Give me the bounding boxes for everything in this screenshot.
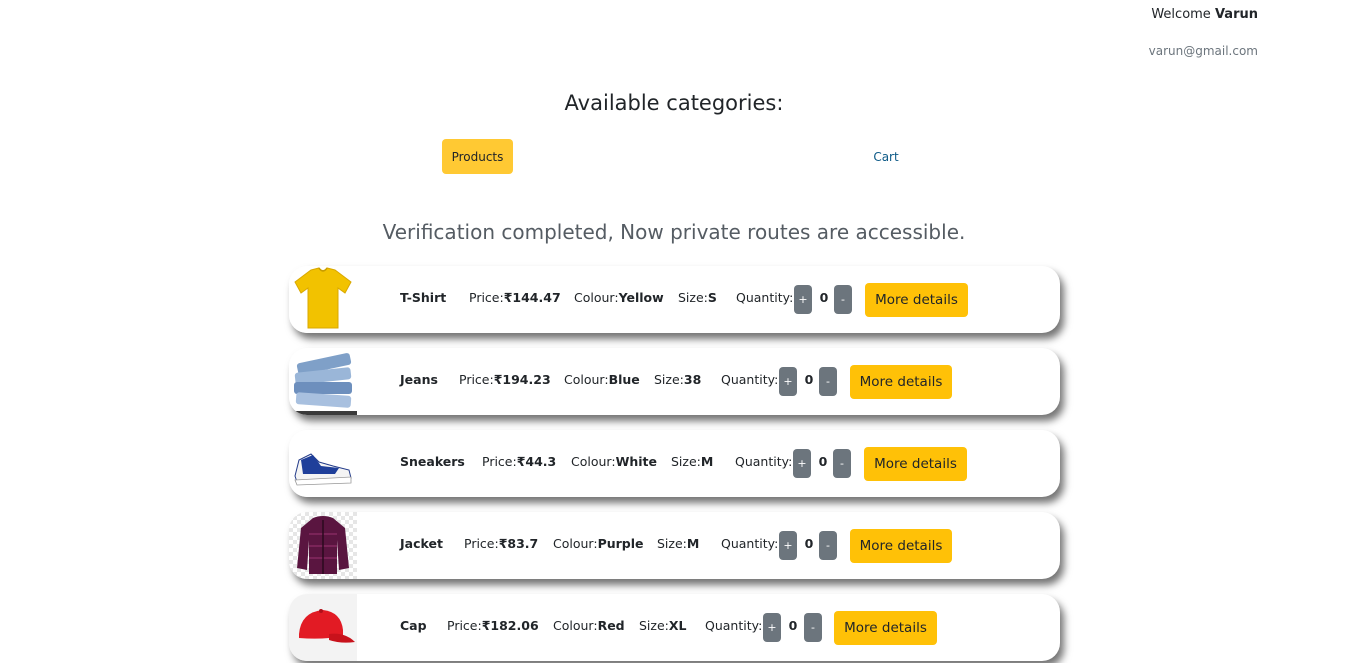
quantity-decrement-button[interactable]: - bbox=[819, 367, 837, 396]
jacket-image bbox=[289, 512, 357, 579]
sneakers-image bbox=[289, 430, 357, 497]
verification-message: Verification completed, Now private rout… bbox=[382, 220, 966, 244]
product-name: T-Shirt bbox=[400, 290, 447, 305]
product-size: Size:M bbox=[671, 454, 714, 469]
more-details-button[interactable]: More details bbox=[864, 447, 967, 481]
quantity-decrement-button[interactable]: - bbox=[804, 613, 822, 642]
quantity-increment-button[interactable]: + bbox=[763, 613, 781, 642]
product-price: Price:₹144.47 bbox=[469, 290, 561, 305]
quantity-label: Quantity: bbox=[721, 536, 779, 551]
quantity-decrement-button[interactable]: - bbox=[819, 531, 837, 560]
quantity-increment-button[interactable]: + bbox=[779, 531, 797, 560]
quantity-value: 0 bbox=[804, 372, 814, 387]
user-email: varun@gmail.com bbox=[1148, 44, 1258, 58]
more-details-button[interactable]: More details bbox=[850, 365, 952, 399]
quantity-decrement-button[interactable]: - bbox=[833, 449, 851, 478]
quantity-label: Quantity: bbox=[736, 290, 794, 305]
quantity-value: 0 bbox=[819, 290, 829, 305]
cap-image bbox=[289, 594, 357, 661]
product-name: Jeans bbox=[400, 372, 438, 387]
quantity-increment-button[interactable]: + bbox=[779, 367, 797, 396]
product-colour: Colour:Purple bbox=[553, 536, 644, 551]
jeans-image bbox=[289, 348, 357, 415]
user-name: Varun bbox=[1214, 7, 1258, 22]
product-colour: Colour:Blue bbox=[564, 372, 640, 387]
more-details-button[interactable]: More details bbox=[834, 611, 937, 645]
product-price: Price:₹194.23 bbox=[459, 372, 551, 387]
product-name: Cap bbox=[400, 618, 427, 633]
product-size: Size:M bbox=[657, 536, 700, 551]
product-colour: Colour:White bbox=[571, 454, 657, 469]
quantity-increment-button[interactable]: + bbox=[794, 285, 812, 314]
quantity-value: 0 bbox=[818, 454, 828, 469]
welcome-text: Welcome Varun bbox=[1151, 7, 1258, 22]
product-card: Sneakers Price:₹44.3 Colour:White Size:M… bbox=[289, 430, 1060, 497]
quantity-label: Quantity: bbox=[735, 454, 793, 469]
product-card: T-Shirt Price:₹144.47 Colour:Yellow Size… bbox=[289, 266, 1060, 333]
product-colour: Colour:Red bbox=[553, 618, 625, 633]
quantity-value: 0 bbox=[788, 618, 798, 633]
quantity-value: 0 bbox=[804, 536, 814, 551]
quantity-increment-button[interactable]: + bbox=[793, 449, 811, 478]
product-card: Cap Price:₹182.06 Colour:Red Size:XL Qua… bbox=[289, 594, 1060, 661]
product-name: Jacket bbox=[400, 536, 443, 551]
cart-tab[interactable]: Cart bbox=[857, 139, 915, 174]
quantity-decrement-button[interactable]: - bbox=[834, 285, 852, 314]
product-price: Price:₹44.3 bbox=[482, 454, 557, 469]
quantity-label: Quantity: bbox=[705, 618, 763, 633]
more-details-button[interactable]: More details bbox=[850, 529, 952, 563]
more-details-button[interactable]: More details bbox=[865, 283, 968, 317]
quantity-label: Quantity: bbox=[721, 372, 779, 387]
product-colour: Colour:Yellow bbox=[574, 290, 664, 305]
product-card: Jacket Price:₹83.7 Colour:Purple Size:M … bbox=[289, 512, 1060, 579]
user-info: Welcome Varun varun@gmail.com bbox=[1149, 7, 1258, 58]
categories-title: Available categories: bbox=[564, 91, 784, 115]
product-price: Price:₹83.7 bbox=[464, 536, 539, 551]
products-tab[interactable]: Products bbox=[442, 139, 513, 174]
product-size: Size:38 bbox=[654, 372, 702, 387]
product-size: Size:XL bbox=[639, 618, 687, 633]
product-card: Jeans Price:₹194.23 Colour:Blue Size:38 … bbox=[289, 348, 1060, 415]
product-name: Sneakers bbox=[400, 454, 465, 469]
product-price: Price:₹182.06 bbox=[447, 618, 539, 633]
product-size: Size:S bbox=[678, 290, 717, 305]
t-shirt-image bbox=[289, 266, 357, 333]
